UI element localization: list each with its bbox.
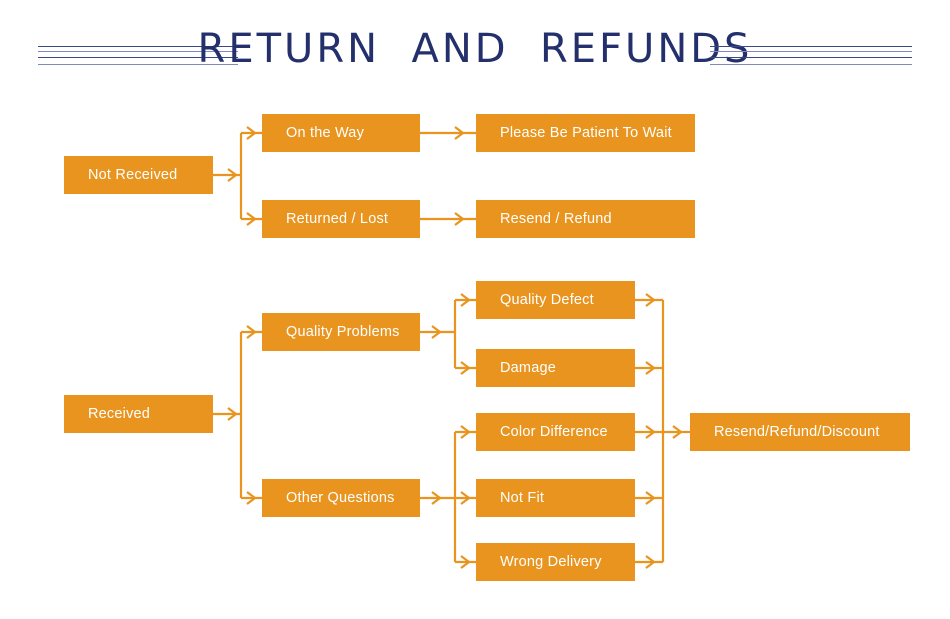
node-label: Resend / Refund <box>500 211 612 227</box>
node-label: Resend/Refund/Discount <box>714 424 880 440</box>
node-label: On the Way <box>286 125 365 141</box>
node-label: Returned / Lost <box>286 211 389 227</box>
node-color-difference[interactable]: Color Difference <box>476 413 635 451</box>
node-other-questions[interactable]: Other Questions <box>262 479 420 517</box>
node-resend-refund[interactable]: Resend / Refund <box>476 200 695 238</box>
node-label: Not Received <box>88 167 178 183</box>
node-layer: Not Received On the Way Returned / Lost … <box>0 0 950 619</box>
node-not-received[interactable]: Not Received <box>64 156 213 194</box>
node-label: Wrong Delivery <box>500 554 602 570</box>
node-returned-lost[interactable]: Returned / Lost <box>262 200 420 238</box>
node-damage[interactable]: Damage <box>476 349 635 387</box>
node-wrong-delivery[interactable]: Wrong Delivery <box>476 543 635 581</box>
node-please-be-patient-to-wait[interactable]: Please Be Patient To Wait <box>476 114 695 152</box>
node-label: Quality Problems <box>286 324 400 340</box>
node-on-the-way[interactable]: On the Way <box>262 114 420 152</box>
node-label: Received <box>88 406 151 422</box>
node-not-fit[interactable]: Not Fit <box>476 479 635 517</box>
diagram-canvas: RETURN AND REFUNDS Not Received On the W… <box>0 0 950 619</box>
node-received[interactable]: Received <box>64 395 213 433</box>
node-label: Other Questions <box>286 490 395 506</box>
node-resend-refund-discount[interactable]: Resend/Refund/Discount <box>690 413 910 451</box>
node-label: Damage <box>500 360 557 376</box>
node-quality-problems[interactable]: Quality Problems <box>262 313 420 351</box>
node-label: Not Fit <box>500 490 545 506</box>
node-quality-defect[interactable]: Quality Defect <box>476 281 635 319</box>
node-label: Quality Defect <box>500 292 594 308</box>
node-label: Color Difference <box>500 424 608 440</box>
node-label: Please Be Patient To Wait <box>500 125 672 141</box>
